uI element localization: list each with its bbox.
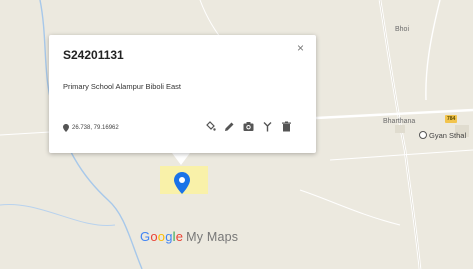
river-branch: [0, 203, 116, 227]
directions-fork-icon[interactable]: [262, 121, 273, 132]
place-label-bharthana: Bharthana: [383, 118, 416, 125]
edit-pencil-icon[interactable]: [224, 121, 235, 132]
pin-icon: [63, 124, 69, 132]
feature-title: S24201131: [63, 48, 124, 62]
road: [329, 149, 473, 161]
settlement: [395, 125, 405, 133]
poi-label[interactable]: Gyan Sthal: [429, 131, 466, 140]
coordinates-row: 26.738, 79.16962: [63, 124, 119, 132]
road: [299, 189, 401, 226]
google-my-maps-logo: Google My Maps: [140, 229, 239, 244]
coordinates-text: 26.738, 79.16962: [72, 125, 119, 131]
popup-toolbar: [205, 121, 292, 132]
product-name: My Maps: [186, 230, 239, 244]
road: [425, 0, 441, 101]
popup-pointer: [172, 153, 190, 165]
road-number-badge: 784: [445, 115, 458, 123]
road: [0, 131, 51, 136]
delete-trash-icon[interactable]: [281, 121, 292, 132]
close-icon[interactable]: ×: [297, 41, 304, 55]
location-pin-icon[interactable]: [174, 172, 190, 194]
camera-icon[interactable]: [243, 121, 254, 132]
place-label-bhoi: Bhoi: [395, 26, 410, 33]
feature-info-popup: S24201131 × Primary School Alampur Bibol…: [49, 35, 316, 153]
style-paint-bucket-icon[interactable]: [205, 121, 216, 132]
road: [378, 0, 422, 269]
poi-icon[interactable]: [419, 131, 427, 139]
feature-description: Primary School Alampur Biboli East: [63, 82, 181, 91]
